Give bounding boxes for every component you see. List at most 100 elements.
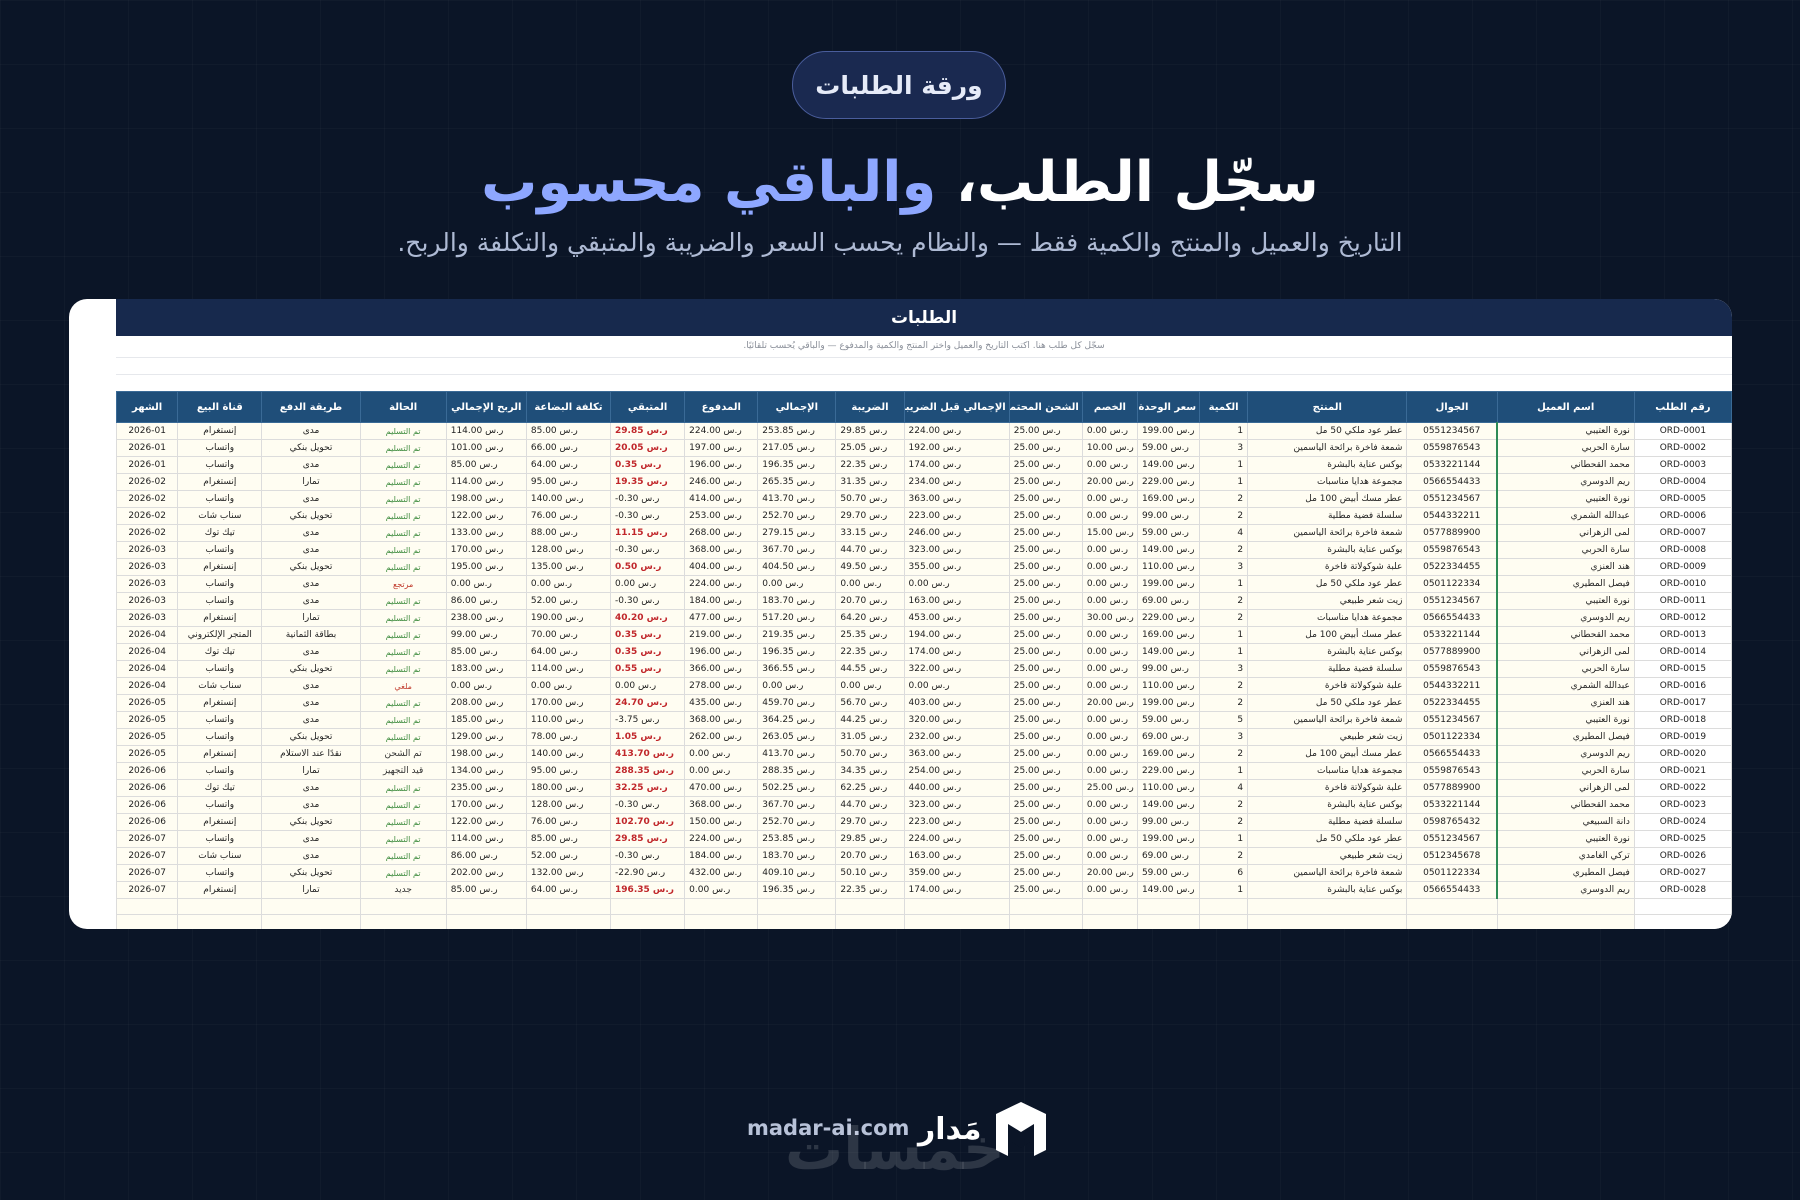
table-cell[interactable]: 2026-01: [115, 456, 179, 474]
table-cell[interactable]: 163.00 ر.س: [903, 592, 1010, 610]
table-row[interactable]: ORD-0006 عبدالله الشمري 0544332211 سلسلة فض…: [115, 507, 1732, 525]
empty-cell[interactable]: [1008, 898, 1083, 915]
table-cell[interactable]: 322.00 ر.س: [903, 660, 1010, 678]
table-cell[interactable]: 95.00 ر.س: [525, 762, 612, 780]
table-cell[interactable]: تم التسليم: [359, 524, 447, 542]
table-cell[interactable]: -0.30 ر.س: [610, 507, 686, 525]
table-cell[interactable]: دانة السبيعي: [1496, 813, 1635, 831]
table-cell[interactable]: 50.70 ر.س: [835, 745, 905, 763]
table-cell[interactable]: 25.35 ر.س: [835, 626, 905, 644]
empty-cell[interactable]: [445, 898, 527, 915]
table-cell[interactable]: 86.00 ر.س: [445, 847, 527, 865]
table-cell[interactable]: 76.00 ر.س: [525, 813, 612, 831]
table-cell[interactable]: 224.00 ر.س: [903, 830, 1010, 848]
table-cell[interactable]: شمعة فاخرة برائحة الياسمين: [1247, 711, 1408, 729]
table-cell[interactable]: 114.00 ر.س: [445, 830, 527, 848]
table-cell[interactable]: ORD-0028: [1633, 881, 1732, 899]
empty-cell[interactable]: [177, 898, 263, 915]
column-header[interactable]: الإجمالي: [757, 391, 837, 423]
table-cell[interactable]: -0.30 ر.س: [610, 592, 686, 610]
column-header[interactable]: الإجمالي قبل الضريبة: [903, 391, 1010, 423]
table-cell[interactable]: 2026-03: [115, 609, 179, 627]
column-header[interactable]: الجوال: [1406, 391, 1498, 423]
empty-cell[interactable]: [359, 914, 447, 929]
table-cell[interactable]: 224.00 ر.س: [684, 830, 759, 848]
table-cell[interactable]: 0.35 ر.س: [610, 456, 686, 474]
table-cell[interactable]: إنستغرام: [177, 694, 263, 712]
table-cell[interactable]: مجموعة هدايا مناسبات: [1247, 762, 1408, 780]
table-cell[interactable]: 363.00 ر.س: [903, 745, 1010, 763]
empty-row[interactable]: [115, 914, 1732, 929]
table-cell[interactable]: مدى: [261, 796, 361, 814]
table-cell[interactable]: 409.10 ر.س: [757, 864, 837, 882]
table-cell[interactable]: 279.15 ر.س: [757, 524, 837, 542]
table-cell[interactable]: واتساب: [177, 439, 263, 457]
table-cell[interactable]: 0551234567: [1406, 711, 1499, 729]
table-cell[interactable]: 25.00 ر.س: [1008, 626, 1083, 644]
table-cell[interactable]: 184.00 ر.س: [684, 592, 759, 610]
table-cell[interactable]: 78.00 ر.س: [525, 728, 612, 746]
table-cell[interactable]: 20.70 ر.س: [835, 592, 905, 610]
table-cell[interactable]: -3.75 ر.س: [610, 711, 686, 729]
table-cell[interactable]: فيصل المطيري: [1496, 728, 1635, 746]
table-cell[interactable]: -0.30 ر.س: [610, 490, 686, 508]
table-row[interactable]: ORD-0019 فيصل المطيري 0501122334 زيت شعر طب…: [115, 728, 1732, 746]
table-cell[interactable]: 24.70 ر.س: [610, 694, 686, 712]
empty-cell[interactable]: [525, 914, 612, 929]
table-row[interactable]: ORD-0015 سارة الحربي 0559876543 سلسلة فضية …: [115, 660, 1732, 678]
table-cell[interactable]: 196.35 ر.س: [610, 881, 686, 899]
table-cell[interactable]: 114.00 ر.س: [445, 422, 527, 440]
table-cell[interactable]: 2026-06: [115, 762, 179, 780]
table-cell[interactable]: 86.00 ر.س: [445, 592, 527, 610]
table-cell[interactable]: سارة الحربي: [1496, 541, 1635, 559]
table-cell[interactable]: 25.00 ر.س: [1008, 490, 1083, 508]
table-cell[interactable]: 208.00 ر.س: [445, 694, 527, 712]
table-cell[interactable]: 517.20 ر.س: [757, 609, 837, 627]
table-cell[interactable]: تيك توك: [177, 524, 263, 542]
table-cell[interactable]: 0.00 ر.س: [610, 677, 686, 695]
table-cell[interactable]: 140.00 ر.س: [525, 490, 612, 508]
table-cell[interactable]: 223.00 ر.س: [903, 813, 1010, 831]
table-cell[interactable]: 265.35 ر.س: [757, 473, 837, 491]
table-cell[interactable]: عطر مسك أبيض 100 مل: [1247, 745, 1408, 763]
table-cell[interactable]: 3: [1199, 558, 1249, 576]
table-cell[interactable]: شمعة فاخرة برائحة الياسمين: [1247, 864, 1408, 882]
table-cell[interactable]: 363.00 ر.س: [903, 490, 1010, 508]
table-cell[interactable]: 128.00 ر.س: [525, 541, 612, 559]
table-cell[interactable]: 223.00 ر.س: [903, 507, 1010, 525]
empty-cell[interactable]: [1136, 914, 1201, 929]
table-row[interactable]: ORD-0028 ريم الدوسري 0566554433 بوكس عناية …: [115, 881, 1732, 899]
table-cell[interactable]: 404.50 ر.س: [757, 558, 837, 576]
table-cell[interactable]: مدى: [261, 490, 361, 508]
table-cell[interactable]: 122.00 ر.س: [445, 813, 527, 831]
empty-cell[interactable]: [835, 914, 905, 929]
table-cell[interactable]: 169.00 ر.س: [1136, 745, 1201, 763]
table-cell[interactable]: 366.55 ر.س: [757, 660, 837, 678]
table-cell[interactable]: سناب شات: [177, 507, 263, 525]
empty-cell[interactable]: [359, 898, 447, 915]
table-cell[interactable]: -0.30 ر.س: [610, 541, 686, 559]
table-cell[interactable]: ORD-0009: [1633, 558, 1732, 576]
table-cell[interactable]: 25.00 ر.س: [1008, 660, 1083, 678]
table-cell[interactable]: سلسلة فضية مطلية: [1247, 660, 1408, 678]
table-cell[interactable]: ORD-0001: [1633, 422, 1732, 440]
table-cell[interactable]: 253.00 ر.س: [684, 507, 759, 525]
table-cell[interactable]: محمد القحطاني: [1496, 626, 1635, 644]
table-cell[interactable]: هند العنزي: [1496, 558, 1635, 576]
table-cell[interactable]: 29.70 ر.س: [835, 507, 905, 525]
table-cell[interactable]: شمعة فاخرة برائحة الياسمين: [1247, 524, 1408, 542]
table-cell[interactable]: واتساب: [177, 490, 263, 508]
table-cell[interactable]: فيصل المطيري: [1496, 864, 1635, 882]
table-cell[interactable]: ORD-0024: [1633, 813, 1732, 831]
table-cell[interactable]: تم التسليم: [359, 847, 447, 865]
table-cell[interactable]: 25.00 ر.س: [1008, 558, 1083, 576]
table-cell[interactable]: بوكس عناية بالبشرة: [1247, 456, 1408, 474]
table-cell[interactable]: 0512345678: [1406, 847, 1499, 865]
table-cell[interactable]: 197.00 ر.س: [684, 439, 759, 457]
table-cell[interactable]: تركي الغامدي: [1496, 847, 1635, 865]
table-cell[interactable]: 2026-05: [115, 711, 179, 729]
table-cell[interactable]: ORD-0004: [1633, 473, 1732, 491]
column-header[interactable]: قناة البيع: [177, 391, 263, 423]
table-cell[interactable]: 2: [1199, 677, 1249, 695]
table-row[interactable]: ORD-0021 سارة الحربي 0559876543 مجموعة هداي…: [115, 762, 1732, 780]
